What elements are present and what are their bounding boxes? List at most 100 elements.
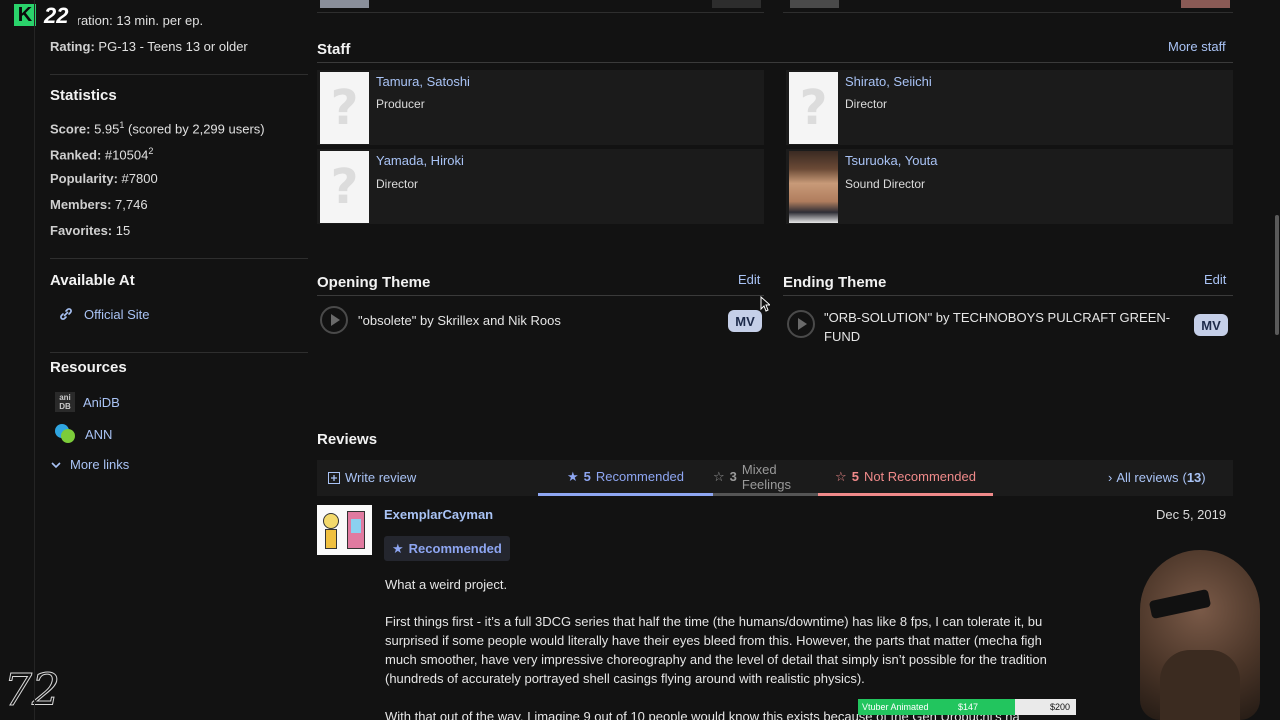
ranked-value: #10504 <box>104 147 149 163</box>
mixed-count: 3 <box>729 469 737 484</box>
watermark-72: 72 <box>4 665 61 717</box>
divider <box>50 258 308 259</box>
anidb-icon: ani DB <box>55 392 75 412</box>
review-paragraph: First things first - it’s a full 3DCG se… <box>385 612 1047 688</box>
placeholder-question-icon: ? <box>330 80 359 136</box>
mv-button[interactable]: MV <box>1194 314 1228 336</box>
review-paragraph: What a weird project. <box>385 577 508 592</box>
recommended-label: Recommended <box>595 469 685 484</box>
ending-song-line: "ORB-SOLUTION" by TECHNOBOYS PULCRAFT GR… <box>824 310 1171 325</box>
mixed-label: Mixed Feelings <box>741 461 792 492</box>
ticker-label: Vtuber Animated <box>862 702 929 712</box>
staff-name-link[interactable]: Tsuruoka, Youta <box>845 153 938 168</box>
verdict-label: Recommended <box>408 541 502 556</box>
verdict-badge: ★ Recommended <box>384 536 510 561</box>
staff-title: Staff <box>317 41 351 58</box>
members-row: Members: 7,746 <box>50 197 148 212</box>
divider <box>50 352 308 353</box>
members-label: Members: <box>50 197 112 212</box>
staff-photo-placeholder[interactable]: ? <box>320 72 369 144</box>
score-row: Score: 5.951 (scored by 2,299 users) <box>50 120 265 136</box>
staff-name-link[interactable]: Tamura, Satoshi <box>376 74 470 89</box>
review-line: (hundreds of accurately portrayed shell … <box>385 671 865 686</box>
score-value: 5.95 <box>94 121 120 137</box>
ticker-value: $147 <box>958 702 979 712</box>
thumbnail-fragment <box>1181 0 1230 8</box>
official-site-label: Official Site <box>84 306 150 322</box>
members-value: 7,746 <box>115 197 148 212</box>
star-icon: ★ <box>566 468 579 484</box>
anidb-link[interactable]: ani DB AniDB <box>55 392 120 412</box>
star-icon: ★ <box>392 540 404 556</box>
more-links-toggle[interactable]: More links <box>50 457 129 472</box>
all-reviews-link[interactable]: › All reviews (13) <box>1108 470 1206 485</box>
reviewer-name-link[interactable]: ExemplarCayman <box>384 507 493 522</box>
recommended-count: 5 <box>583 469 591 484</box>
review-line: First things first - it’s a full 3DCG se… <box>385 614 1043 629</box>
all-reviews-label: All reviews <box>1116 470 1179 485</box>
favorites-row: Favorites: 15 <box>50 223 130 238</box>
chevron-right-icon: › <box>1108 470 1113 485</box>
tab-not-recommended[interactable]: ☆ 5 Not Recommended <box>818 460 993 496</box>
reviews-title: Reviews <box>317 431 378 448</box>
ann-icon <box>55 424 77 444</box>
ending-song: "ORB-SOLUTION" by TECHNOBOYS PULCRAFT GR… <box>824 308 1170 346</box>
all-reviews-count: 13 <box>1186 470 1202 485</box>
divider <box>783 295 1233 296</box>
k-logo-badge: K <box>14 4 36 26</box>
not-label: Not Recommended <box>863 469 976 484</box>
favorites-label: Favorites: <box>50 223 113 238</box>
play-icon[interactable] <box>320 306 348 334</box>
favorites-value: 15 <box>115 223 131 238</box>
anidb-label: AniDB <box>83 394 120 410</box>
review-line: much smoother, have very impressive chor… <box>385 652 1047 667</box>
tab-mixed[interactable]: ☆ 3 Mixed Feelings <box>713 460 818 496</box>
mouse-cursor-icon <box>760 296 770 312</box>
play-icon[interactable] <box>787 310 815 338</box>
tab-recommended[interactable]: ★ 5 Recommended <box>538 460 713 496</box>
ranked-row: Ranked: #105042 <box>50 146 153 162</box>
statistics-title: Statistics <box>50 87 117 104</box>
score-label: Score: <box>50 121 91 137</box>
staff-role: Producer <box>376 97 425 111</box>
mv-button[interactable]: MV <box>728 310 762 332</box>
ann-label: ANN <box>85 426 113 442</box>
k-count: 22 <box>44 3 69 28</box>
write-review-label: Write review <box>345 470 417 485</box>
divider <box>317 295 764 296</box>
review-date: Dec 5, 2019 <box>1156 507 1227 522</box>
donation-ticker: Vtuber Animated $147 $200 <box>858 699 1076 715</box>
staff-role: Director <box>376 177 419 191</box>
official-site-link[interactable]: Official Site <box>58 306 150 322</box>
thumbnail-fragment <box>320 0 369 8</box>
reviewer-avatar[interactable] <box>317 505 372 555</box>
ranked-sup: 2 <box>148 146 154 156</box>
ann-link[interactable]: ANN <box>55 424 112 444</box>
star-half-icon: ☆ <box>713 468 725 484</box>
resources-title: Resources <box>50 359 127 376</box>
opening-theme-title: Opening Theme <box>317 274 431 291</box>
write-review-button[interactable]: Write review <box>328 470 416 485</box>
divider <box>783 12 1233 13</box>
opening-edit-link[interactable]: Edit <box>738 272 760 287</box>
available-at-title: Available At <box>50 272 135 289</box>
more-links-label: More links <box>70 457 130 472</box>
scrollbar-thumb[interactable] <box>1275 215 1279 335</box>
link-icon <box>60 308 72 320</box>
opening-song: "obsolete" by Skrillex and Nik Roos <box>358 313 561 328</box>
streamer-portrait <box>1120 540 1280 720</box>
popularity-label: Popularity: <box>50 171 118 186</box>
staff-photo-placeholder[interactable]: ? <box>789 72 838 144</box>
rating-row: Rating: PG-13 - Teens 13 or older <box>50 39 248 54</box>
rating-value: PG-13 - Teens 13 or older <box>98 39 248 54</box>
staff-name-link[interactable]: Shirato, Seiichi <box>845 74 932 89</box>
staff-name-link[interactable]: Yamada, Hiroki <box>376 153 464 168</box>
popularity-row: Popularity: #7800 <box>50 171 158 186</box>
ending-edit-link[interactable]: Edit <box>1204 272 1226 287</box>
staff-photo[interactable] <box>789 151 838 223</box>
staff-photo-placeholder[interactable]: ? <box>320 151 369 223</box>
staff-role: Sound Director <box>845 177 926 191</box>
thumbnail-fragment <box>790 0 839 8</box>
more-staff-link[interactable]: More staff <box>1168 39 1226 54</box>
ending-song-line: FUND <box>824 329 861 344</box>
